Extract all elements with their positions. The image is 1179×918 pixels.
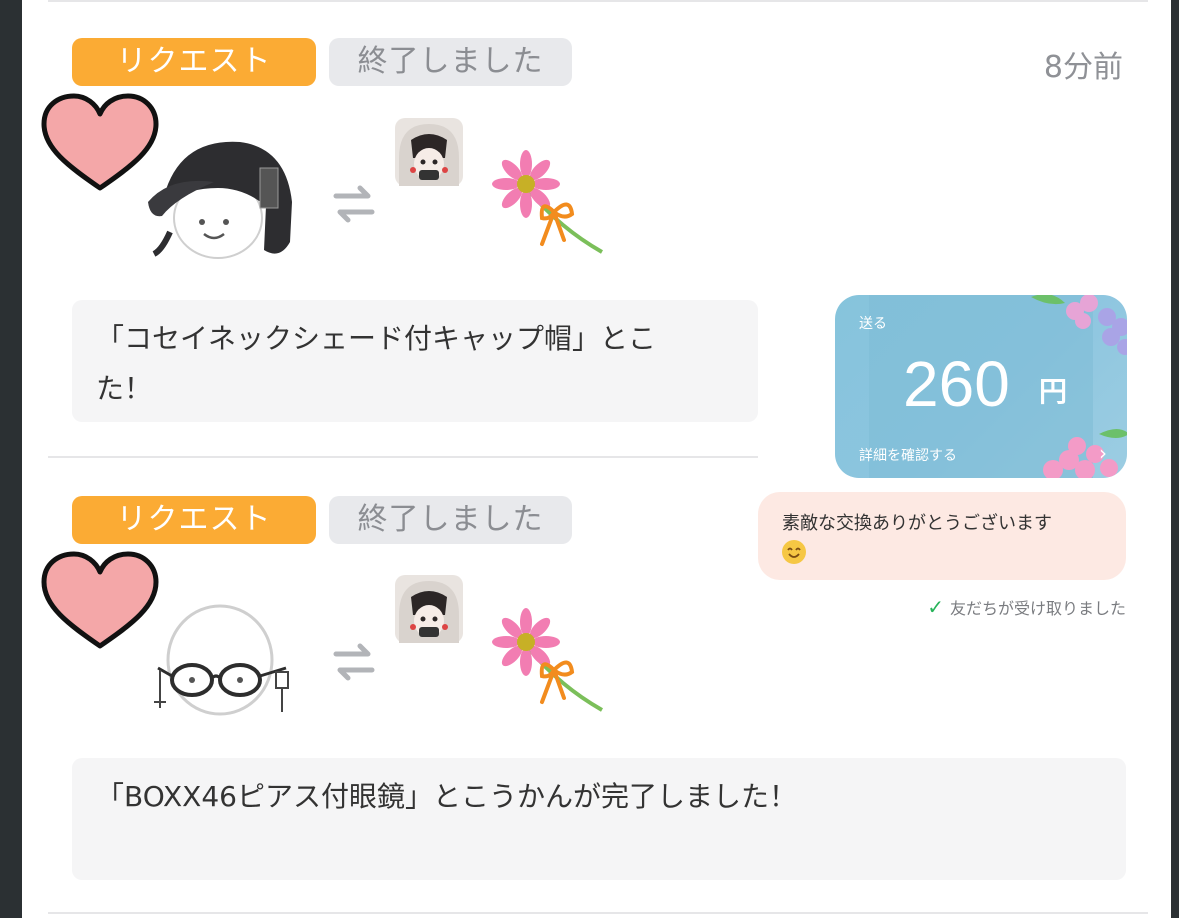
swap-arrows-icon	[333, 185, 375, 223]
hydrangea-icon	[1031, 295, 1127, 355]
hydrangea-icon	[1043, 429, 1127, 478]
swap-arrows-icon	[333, 643, 375, 681]
right-frame	[1171, 0, 1179, 918]
check-icon: ✓	[927, 595, 944, 619]
gift-unit: 円	[1039, 375, 1068, 408]
entry-divider	[48, 456, 758, 458]
friend-avatar-icon	[395, 575, 463, 643]
message-line: 「コセイネックシェード付キャップ帽」とこ	[96, 322, 657, 355]
request-badge: リクエスト	[72, 38, 316, 86]
gift-detail-link[interactable]: 詳細を確認する	[859, 445, 957, 465]
timestamp: 8分前	[1043, 50, 1123, 85]
message-line: た！	[96, 372, 153, 405]
cap-avatar-icon	[148, 141, 292, 259]
received-status-text: 友だちが受け取りました	[949, 599, 1126, 618]
status-badge: 終了しました	[329, 496, 572, 544]
received-status: ✓ 友だちが受け取りました	[927, 595, 1126, 619]
chat-bubble: 素敵な交換ありがとうございます	[758, 492, 1126, 580]
glasses-avatar-icon	[154, 604, 289, 716]
friend-avatar-icon	[395, 118, 463, 186]
gift-amount: 260	[903, 348, 1010, 420]
flower-icon	[492, 608, 603, 712]
gift-label: 送る	[859, 316, 887, 332]
top-divider	[48, 0, 1148, 2]
smile-emoji-icon	[782, 540, 806, 564]
left-frame	[0, 0, 22, 918]
message-bubble: 「BOXX46ピアス付眼鏡」とこうかんが完了しました！	[72, 758, 1126, 880]
chat-text: 素敵な交換ありがとうございます	[782, 513, 1052, 534]
flower-icon	[492, 150, 603, 254]
heart-icon	[41, 551, 159, 649]
chevron-right-icon: ›	[1099, 441, 1107, 465]
status-badge: 終了しました	[329, 38, 572, 86]
request-badge: リクエスト	[72, 496, 316, 544]
gift-card[interactable]: 送る 260 円 詳細を確認する ›	[835, 295, 1127, 478]
message-bubble: 「コセイネックシェード付キャップ帽」とこ た！	[72, 300, 758, 422]
message-line: 「BOXX46ピアス付眼鏡」とこうかんが完了しました！	[96, 780, 797, 813]
bottom-divider	[48, 912, 1148, 914]
